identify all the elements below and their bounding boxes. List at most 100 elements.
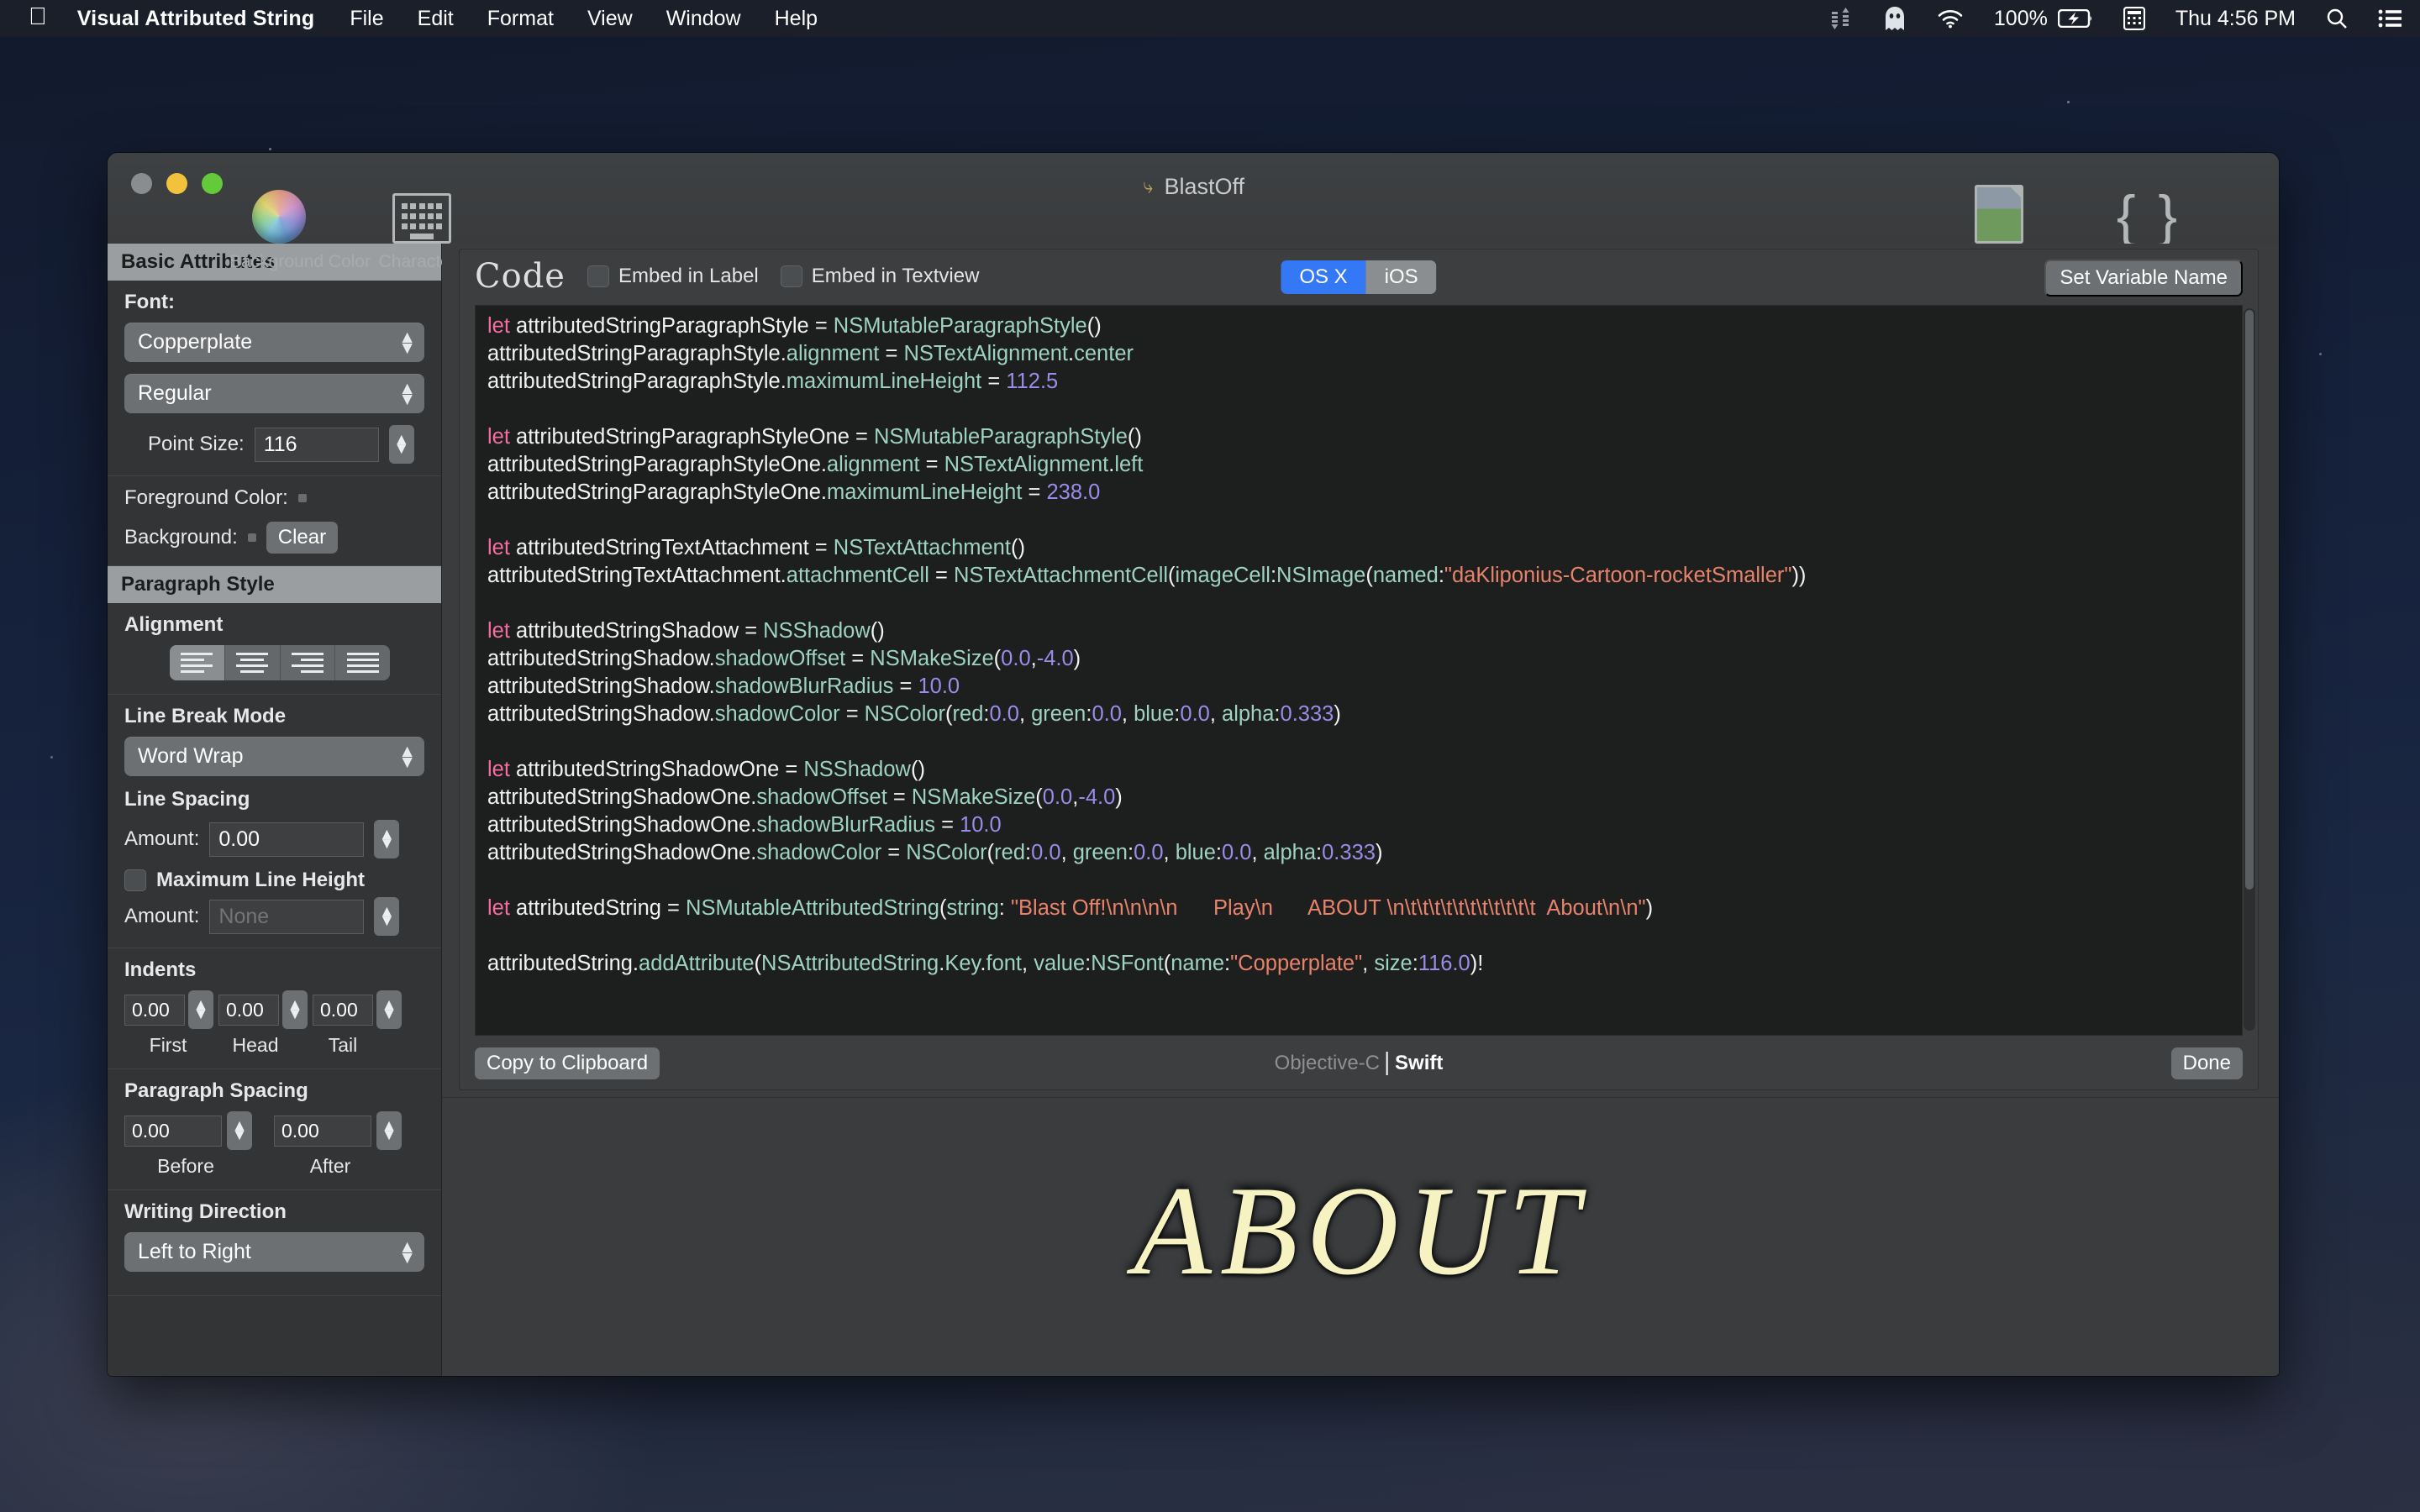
language-objective-c[interactable]: Objective-C — [1275, 1052, 1389, 1075]
point-size-input[interactable] — [254, 427, 379, 462]
indent-first-caption: First — [149, 1034, 187, 1056]
code-panel-footer: Copy to Clipboard Objective-C Swift Done — [460, 1037, 2258, 1089]
apple-menu-icon[interactable]:  — [29, 4, 47, 29]
maximum-line-height-amount-row: Amount: ▲▼ — [124, 897, 424, 936]
alignment-label: Alignment — [124, 613, 224, 636]
line-break-mode-select[interactable]: Word Wrap ▲ ▼ — [124, 737, 424, 776]
clear-background-button[interactable]: Clear — [266, 522, 339, 554]
background-color-well[interactable] — [247, 533, 256, 542]
battery-percent-label: 100% — [1993, 6, 2048, 30]
calculator-icon[interactable] — [2123, 7, 2145, 30]
menu-item-window[interactable]: Window — [666, 7, 741, 31]
indent-tail-stepper[interactable]: ▲ ▼ — [376, 990, 402, 1029]
paragraph-style-header: Paragraph Style — [108, 566, 441, 603]
point-size-stepper[interactable]: ▲ ▼ — [388, 425, 414, 464]
indent-head-input[interactable] — [218, 994, 279, 1026]
align-left-icon[interactable] — [170, 645, 225, 680]
indents-group: Indents ▲▼ ▲▼ ▲▼ First Head Tail — [108, 948, 441, 1069]
font-family-value: Copperplate — [138, 330, 253, 354]
max-line-height-amount-input[interactable] — [209, 899, 365, 934]
color-wheel-icon — [229, 183, 329, 244]
copy-to-clipboard-button[interactable]: Copy to Clipboard — [475, 1047, 660, 1079]
alignment-segmented-control[interactable] — [170, 645, 390, 680]
line-spacing-amount-label: Amount: — [124, 827, 200, 850]
align-right-icon[interactable] — [281, 645, 336, 680]
menu-bar-status: 100% Thu 4:56 PM — [1831, 6, 2402, 31]
menu-app-name[interactable]: Visual Attributed String — [77, 7, 315, 31]
ghost-icon[interactable] — [1883, 6, 1907, 31]
writing-direction-value: Left to Right — [138, 1240, 251, 1263]
align-justify-icon[interactable] — [335, 645, 390, 680]
code-text-area[interactable]: let attributedStringParagraphStyle = NSM… — [475, 305, 2243, 1036]
foreground-color-well[interactable] — [297, 494, 307, 502]
keyboard-icon — [372, 183, 471, 244]
indents-captions: First Head Tail — [124, 1034, 424, 1057]
image-file-icon — [1949, 183, 2049, 244]
menu-item-view[interactable]: View — [587, 7, 633, 31]
paragraph-spacing-captions: Before After — [124, 1155, 424, 1178]
maximum-line-height-checkbox-row[interactable]: Maximum Line Height — [124, 869, 424, 892]
platform-option-osx[interactable]: OS X — [1281, 260, 1366, 294]
language-toggle[interactable]: Objective-C Swift — [1275, 1052, 1443, 1075]
line-spacing-row: Amount: ▲▼ — [124, 820, 424, 858]
line-spacing-stepper[interactable]: ▲ ▼ — [374, 820, 400, 858]
indent-tail-caption: Tail — [328, 1034, 358, 1056]
battery-charging-icon[interactable] — [2057, 9, 2093, 28]
embed-in-textview-text: Embed in Textview — [811, 265, 980, 287]
menu-item-edit[interactable]: Edit — [418, 7, 454, 31]
chevron-updown-icon: ▲ ▼ — [398, 378, 416, 409]
toolbar-left-group: Background Color Characters — [229, 183, 471, 272]
writing-direction-label: Writing Direction — [124, 1200, 287, 1223]
menu-clock[interactable]: Thu 4:56 PM — [2175, 7, 2296, 31]
chevron-updown-icon: ▲ ▼ — [398, 327, 416, 358]
document-icon: ⤷ — [1143, 173, 1154, 198]
indent-tail-input[interactable] — [313, 994, 373, 1026]
alignment-group: Alignment — [108, 603, 441, 695]
spacing-before-input[interactable] — [124, 1115, 222, 1147]
max-line-height-stepper[interactable]: ▲ ▼ — [374, 897, 400, 936]
stats-icon[interactable] — [1831, 7, 1853, 30]
line-spacing-amount-input[interactable] — [209, 822, 365, 857]
font-label: Font: — [124, 291, 175, 313]
menu-bar:  Visual Attributed String File Edit For… — [0, 0, 2420, 37]
list-icon[interactable] — [2378, 8, 2402, 29]
menu-item-help[interactable]: Help — [775, 7, 818, 31]
indent-first-input[interactable] — [124, 994, 185, 1026]
chevron-updown-icon: ▲ ▼ — [398, 741, 416, 772]
maximum-line-height-label: Maximum Line Height — [156, 869, 366, 891]
point-size-label: Point Size: — [148, 433, 245, 455]
app-window: ⤷ BlastOff Background Color Characters {… — [108, 153, 2279, 1376]
embed-in-label-checkbox-row[interactable]: Embed in Label — [587, 265, 759, 288]
embed-in-label-checkbox[interactable] — [587, 265, 609, 287]
window-title-bar[interactable]: ⤷ BlastOff Background Color Characters {… — [108, 153, 2279, 271]
font-group: Font: Copperplate ▲ ▼ Regular ▲ ▼ Point Si… — [108, 281, 441, 476]
indent-first-stepper[interactable]: ▲ ▼ — [188, 990, 213, 1029]
line-break-mode-label: Line Break Mode — [124, 705, 287, 727]
writing-direction-select[interactable]: Left to Right ▲ ▼ — [124, 1232, 424, 1272]
platform-option-ios[interactable]: iOS — [1365, 260, 1437, 294]
spacing-after-input[interactable] — [274, 1115, 371, 1147]
platform-segmented-control[interactable]: OS X iOS — [1281, 260, 1437, 294]
language-swift[interactable]: Swift — [1388, 1052, 1443, 1075]
menu-item-format[interactable]: Format — [487, 7, 554, 31]
maximum-line-height-checkbox[interactable] — [124, 869, 146, 891]
indent-head-stepper[interactable]: ▲ ▼ — [282, 990, 308, 1029]
menu-item-file[interactable]: File — [350, 7, 383, 31]
wifi-icon[interactable] — [1937, 8, 1964, 29]
set-variable-name-button[interactable]: Set Variable Name — [2044, 260, 2243, 297]
done-button[interactable]: Done — [2170, 1047, 2243, 1079]
code-scrollbar[interactable] — [2244, 308, 2255, 1031]
code-panel-toolbar: Code Embed in Label Embed in Textview OS… — [460, 249, 2258, 303]
spacing-after-stepper[interactable]: ▲ ▼ — [376, 1111, 402, 1150]
font-family-select[interactable]: Copperplate ▲ ▼ — [124, 323, 424, 362]
align-center-icon[interactable] — [225, 645, 281, 680]
spacing-before-stepper[interactable]: ▲ ▼ — [227, 1111, 252, 1150]
toolbar-background-color[interactable]: Background Color — [229, 183, 371, 272]
embed-in-label-text: Embed in Label — [618, 265, 759, 287]
paragraph-spacing-label: Paragraph Spacing — [124, 1079, 308, 1102]
search-icon[interactable] — [2326, 8, 2348, 29]
code-panel-title: Code — [475, 257, 566, 296]
embed-in-textview-checkbox[interactable] — [780, 265, 802, 287]
embed-in-textview-checkbox-row[interactable]: Embed in Textview — [780, 265, 980, 288]
font-style-select[interactable]: Regular ▲ ▼ — [124, 374, 424, 413]
